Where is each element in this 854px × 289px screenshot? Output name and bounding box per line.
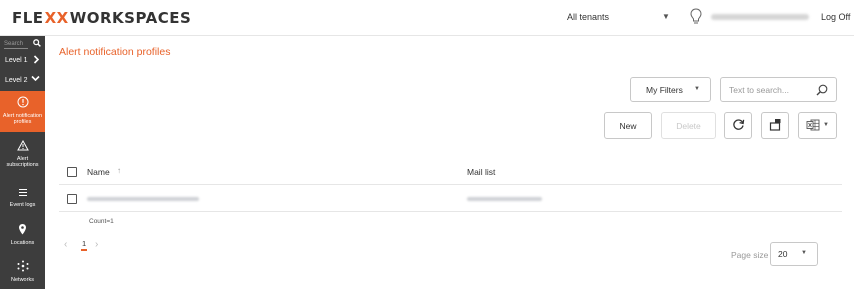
tenant-selector[interactable]: All tenants bbox=[567, 12, 609, 22]
page-size-value: 20 bbox=[778, 249, 788, 259]
chevron-left-icon[interactable]: ‹ bbox=[64, 239, 67, 250]
chevron-right-icon bbox=[33, 55, 40, 66]
search-icon[interactable] bbox=[33, 39, 41, 49]
sidebar-item-locations[interactable]: Locations bbox=[0, 223, 45, 246]
refresh-icon bbox=[732, 118, 745, 133]
chevron-down-icon bbox=[31, 75, 40, 84]
row-checkbox[interactable] bbox=[67, 194, 77, 204]
my-filters-dropdown[interactable]: My Filters ▼ bbox=[630, 77, 711, 102]
caret-down-icon: ▼ bbox=[823, 122, 829, 128]
export-button[interactable] bbox=[761, 112, 789, 139]
alert-circle-icon bbox=[0, 96, 45, 111]
app-logo[interactable]: FLE XX WORKSPACES bbox=[12, 9, 191, 27]
logo-text-xx: XX bbox=[44, 9, 69, 27]
logo-text-fle: FLE bbox=[12, 9, 44, 27]
sidebar-search-input[interactable]: Search bbox=[4, 40, 28, 49]
my-filters-label: My Filters bbox=[646, 84, 683, 95]
sidebar-item-label: Locations bbox=[10, 239, 35, 246]
warning-triangle-icon bbox=[0, 139, 45, 154]
row-name-value bbox=[87, 197, 199, 201]
sidebar-level-1[interactable]: Level 1 bbox=[0, 51, 45, 69]
user-email bbox=[711, 14, 809, 20]
table-row[interactable] bbox=[59, 185, 842, 212]
sidebar-level-2[interactable]: Level 2 bbox=[0, 71, 45, 89]
export-box-icon bbox=[769, 118, 782, 133]
page-title: Alert notification profiles bbox=[59, 46, 171, 58]
page-size-select[interactable]: 20 ▼ bbox=[770, 242, 818, 266]
page-1-link[interactable]: 1 bbox=[81, 240, 88, 251]
sidebar-item-label: subscriptions bbox=[6, 162, 39, 168]
top-header: FLE XX WORKSPACES All tenants ▼ Log Off bbox=[0, 0, 854, 36]
caret-down-icon: ▼ bbox=[801, 250, 807, 256]
page-size-label: Page size bbox=[731, 250, 769, 260]
map-pin-icon bbox=[0, 223, 45, 238]
row-mail-list-value bbox=[467, 197, 542, 201]
sidebar-search[interactable]: Search bbox=[4, 38, 42, 50]
select-all-checkbox[interactable] bbox=[67, 167, 77, 177]
sidebar-item-alert-notification-profiles[interactable]: Alert notification profiles bbox=[0, 91, 45, 132]
chevron-right-icon[interactable]: › bbox=[95, 239, 98, 250]
sidebar-item-alert-subscriptions[interactable]: Alert subscriptions bbox=[0, 139, 45, 172]
sidebar-item-label: Alert bbox=[16, 155, 29, 162]
delete-button[interactable]: Delete bbox=[661, 112, 716, 139]
sidebar-level-label: Level 1 bbox=[5, 56, 28, 64]
refresh-button[interactable] bbox=[724, 112, 752, 139]
sidebar-level-label: Level 2 bbox=[5, 76, 28, 84]
network-icon bbox=[0, 260, 45, 275]
sidebar-item-label: Alert notification bbox=[2, 112, 43, 119]
sidebar-item-event-logs[interactable]: Event logs bbox=[0, 188, 45, 210]
table-header-row: Name ↑ Mail list bbox=[59, 158, 842, 185]
logo-text-workspaces: WORKSPACES bbox=[69, 9, 192, 27]
logoff-link[interactable]: Log Off bbox=[821, 12, 850, 22]
row-count: Count=1 bbox=[89, 218, 114, 225]
sidebar-item-label: Networks bbox=[11, 276, 34, 283]
column-header-name[interactable]: Name bbox=[87, 167, 110, 177]
sidebar: Search Level 1 Level 2 Alert notificatio… bbox=[0, 36, 45, 289]
sidebar-item-label: Event logs bbox=[9, 201, 36, 208]
sidebar-item-label: profiles bbox=[13, 119, 32, 125]
caret-down-icon[interactable]: ▼ bbox=[662, 12, 670, 21]
profiles-table: Name ↑ Mail list bbox=[59, 158, 842, 212]
caret-down-icon: ▼ bbox=[694, 86, 700, 92]
list-icon bbox=[0, 188, 45, 200]
search-input[interactable] bbox=[729, 84, 809, 95]
search-icon[interactable] bbox=[816, 84, 828, 98]
new-button[interactable]: New bbox=[604, 112, 652, 139]
lightbulb-icon[interactable] bbox=[690, 8, 702, 28]
search-box[interactable] bbox=[720, 77, 837, 102]
sort-ascending-icon[interactable]: ↑ bbox=[117, 166, 121, 175]
excel-export-dropdown[interactable]: ▼ bbox=[798, 112, 837, 139]
column-header-mail-list[interactable]: Mail list bbox=[467, 167, 495, 177]
sidebar-item-networks[interactable]: Networks bbox=[0, 260, 45, 284]
excel-icon bbox=[806, 119, 820, 133]
